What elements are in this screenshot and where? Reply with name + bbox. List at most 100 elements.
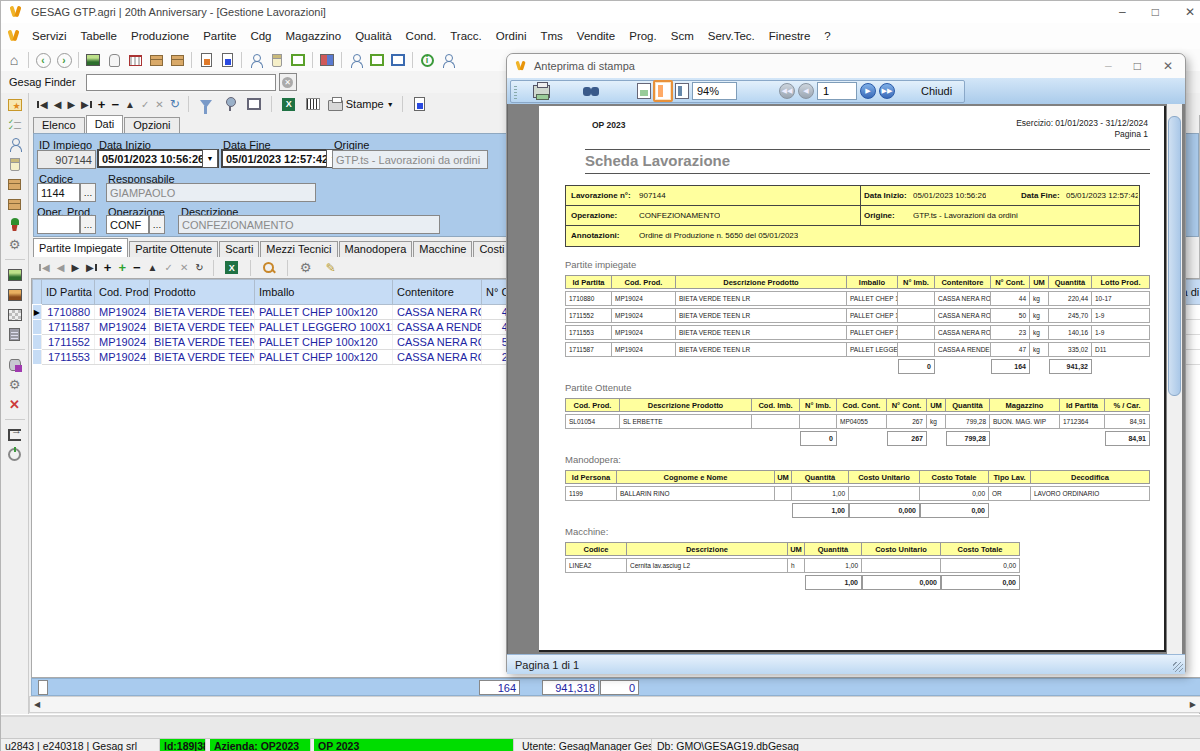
exit-icon[interactable] — [7, 427, 22, 442]
cell[interactable]: BIETA VERDE TEEN LR — [150, 350, 255, 365]
cell[interactable]: CASSA NERA ROYAL — [393, 350, 482, 365]
cell[interactable]: BIETA VERDE TEEN LR — [150, 335, 255, 350]
grid-edit-icon[interactable]: ▲ — [148, 262, 158, 273]
field-orange-icon[interactable] — [7, 287, 22, 302]
last-record-icon[interactable]: ▶ — [81, 99, 92, 110]
task-list-icon[interactable] — [7, 117, 22, 132]
jar-icon[interactable] — [7, 157, 22, 172]
prev-page-button[interactable]: ◀ — [798, 83, 814, 99]
back-icon[interactable]: ‹ — [34, 51, 52, 69]
column-header[interactable] — [33, 280, 42, 305]
window-pattern-icon[interactable] — [318, 51, 336, 69]
zoom-input[interactable]: 94% — [692, 82, 737, 100]
person-icon[interactable] — [347, 51, 365, 69]
field-photo-icon[interactable] — [84, 51, 102, 69]
remove-record-icon[interactable]: − — [111, 97, 119, 112]
operazione-field[interactable]: CONF — [106, 215, 149, 234]
info-icon[interactable]: i — [418, 51, 436, 69]
cell[interactable] — [33, 335, 42, 350]
hand-icon[interactable] — [105, 51, 123, 69]
resize-grip[interactable] — [1173, 662, 1183, 672]
menu-item[interactable]: Serv.Tec. — [701, 30, 762, 42]
grid-excel-icon[interactable]: X — [223, 259, 241, 277]
column-header[interactable]: Prodotto — [150, 280, 255, 305]
gears-icon[interactable]: ⚙ — [7, 237, 22, 252]
cell[interactable] — [33, 320, 42, 335]
detail-tab[interactable]: Macchine — [413, 241, 472, 257]
cell[interactable]: BIETA VERDE TEEN LR — [150, 305, 255, 320]
cell[interactable]: MP19024 — [95, 350, 150, 365]
person-outline-icon[interactable] — [439, 51, 457, 69]
database-icon[interactable] — [7, 357, 22, 372]
detail-tab[interactable]: Manodopera — [339, 241, 413, 257]
close-button[interactable]: ✕ — [1185, 5, 1195, 19]
grid-remove-icon[interactable]: − — [133, 260, 141, 275]
grid-cancel-icon[interactable]: ✕ — [180, 262, 188, 273]
favorites-folder-icon[interactable]: ★ — [7, 97, 22, 112]
grid-refresh-icon[interactable]: ↻ — [195, 262, 203, 273]
barcode-icon[interactable] — [304, 95, 322, 113]
menu-item[interactable]: Qualità — [348, 30, 398, 42]
column-header[interactable]: Cod. Prod. — [95, 280, 150, 305]
pin-icon[interactable] — [221, 95, 239, 113]
cell[interactable]: PALLET CHEP 100x120 — [255, 335, 393, 350]
person-search-icon[interactable] — [247, 51, 265, 69]
next-record-icon[interactable]: ▶ — [67, 99, 75, 110]
page-layout-2-icon[interactable] — [653, 80, 673, 102]
cell[interactable]: CASSA NERA ROYAL — [393, 335, 482, 350]
find-icon[interactable] — [583, 85, 599, 97]
minimize-button[interactable]: – — [1119, 5, 1126, 19]
filter-icon[interactable] — [197, 95, 215, 113]
page-number-input[interactable]: 1 — [817, 82, 857, 100]
preview-vscrollbar[interactable] — [1167, 104, 1182, 654]
first-record-icon[interactable]: ◀ — [37, 99, 48, 110]
detail-tab[interactable]: Scarti — [219, 241, 259, 257]
cell[interactable]: 1710880 — [42, 305, 95, 320]
forward-icon[interactable]: › — [55, 51, 73, 69]
detail-tab[interactable]: Partite Impiegate — [33, 238, 128, 257]
building-icon[interactable] — [7, 327, 22, 342]
excel-export-icon[interactable]: X — [280, 95, 298, 113]
cell[interactable]: ▶ — [33, 305, 42, 320]
menu-item[interactable]: Tms — [533, 30, 569, 42]
menu-item[interactable]: Prog. — [622, 30, 664, 42]
refresh-icon[interactable]: ↻ — [170, 97, 180, 111]
cell[interactable]: 1711552 — [42, 335, 95, 350]
cell[interactable]: CASSA NERA ROYAL — [393, 305, 482, 320]
window-blue-icon[interactable] — [389, 51, 407, 69]
scroll-left-icon[interactable]: ◀ — [30, 700, 44, 709]
print-icon[interactable] — [533, 85, 550, 98]
preview-maximize-button[interactable]: □ — [1134, 59, 1141, 73]
horizontal-scrollbar[interactable]: ◀ ▶ — [29, 696, 1200, 713]
stampe-button[interactable]: Stampe▼ — [328, 97, 394, 111]
column-header[interactable]: Contenitore — [393, 280, 482, 305]
last-page-button[interactable]: ▶▶ — [879, 83, 895, 99]
menu-item[interactable]: Produzione — [124, 30, 196, 42]
view-tab[interactable]: Opzioni — [124, 117, 179, 133]
grid-search-icon[interactable] — [260, 259, 278, 277]
window-green-icon[interactable] — [368, 51, 386, 69]
field-map-icon[interactable] — [7, 307, 22, 322]
grid-add-green-icon[interactable]: + — [118, 260, 126, 275]
detail-tab[interactable]: Mezzi Tecnici — [260, 241, 337, 257]
edit-record-icon[interactable]: ▲ — [125, 99, 135, 110]
page-layout-1-icon[interactable] — [637, 83, 651, 99]
oper-prod-lookup-button[interactable]: … — [80, 215, 96, 234]
view-tab[interactable]: Dati — [86, 115, 124, 133]
grid-add-icon[interactable]: + — [104, 260, 112, 275]
settings-gear-icon[interactable]: ⚙ — [7, 377, 22, 392]
oper-prod-field[interactable] — [37, 215, 80, 234]
menu-item[interactable]: ? — [817, 30, 837, 42]
data-inizio-dropdown[interactable]: ▼ — [202, 149, 218, 168]
add-record-icon[interactable]: + — [98, 97, 106, 112]
cell[interactable]: PALLET LEGGERO 100X120 — [255, 320, 393, 335]
detail-tab[interactable]: Costi — [473, 241, 510, 257]
plant-icon[interactable] — [7, 217, 22, 232]
menu-item[interactable]: Scm — [664, 30, 701, 42]
grid-confirm-icon[interactable]: ✓ — [165, 262, 173, 273]
detail-tab[interactable]: Partite Ottenute — [129, 241, 218, 257]
menu-item[interactable]: Cdg — [243, 30, 278, 42]
menu-item[interactable]: Tabelle — [74, 30, 124, 42]
maximize-button[interactable]: □ — [1152, 5, 1159, 19]
window-green-icon[interactable] — [289, 51, 307, 69]
